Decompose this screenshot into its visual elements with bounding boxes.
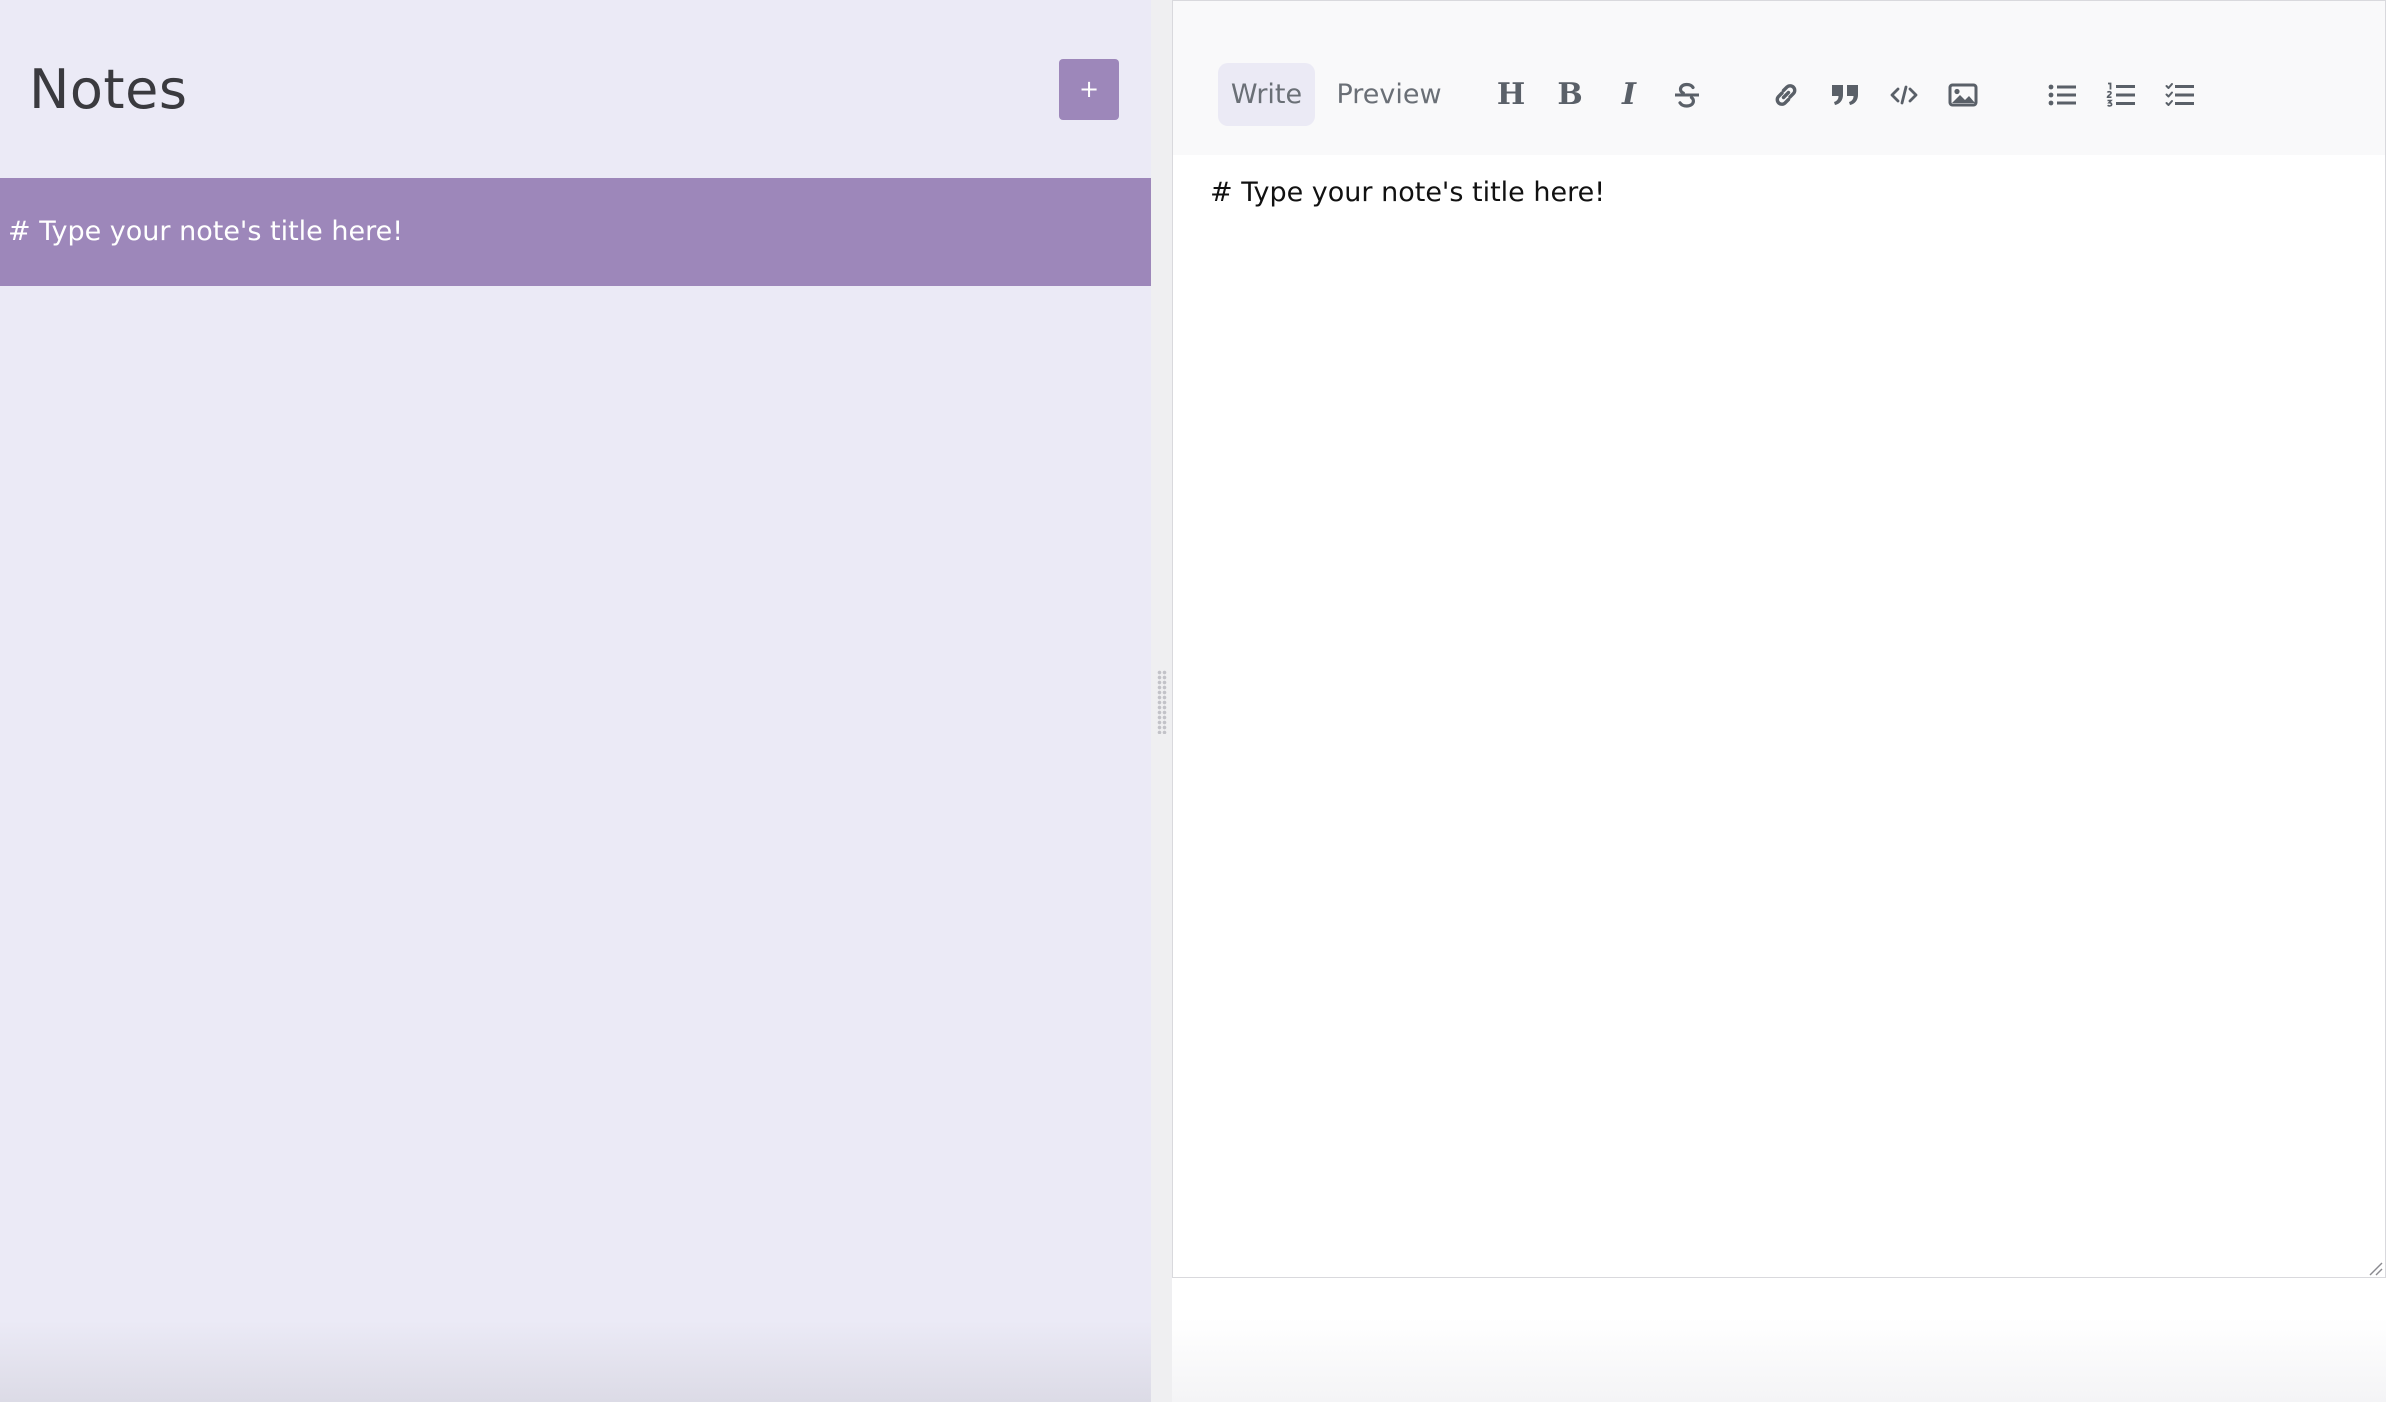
quote-icon[interactable] (1825, 75, 1865, 115)
tab-preview[interactable]: Preview (1325, 63, 1453, 126)
editor-panel: Write Preview H B I # Type your note's t… (1172, 0, 2386, 1402)
code-icon[interactable] (1884, 75, 1924, 115)
note-list: # Type your note's title here! (0, 178, 1151, 286)
resize-handle-icon[interactable] (2369, 1261, 2383, 1276)
editor-footer-area (1172, 1278, 2386, 1402)
note-list-item[interactable]: # Type your note's title here! (0, 178, 1151, 286)
markdown-editor: Write Preview H B I # Type your note's t… (1172, 0, 2386, 1278)
checked-list-icon[interactable] (2160, 75, 2200, 115)
italic-icon[interactable]: I (1609, 75, 1649, 115)
editor-toolbar: Write Preview H B I (1173, 1, 2385, 155)
header-icon[interactable]: H (1491, 75, 1531, 115)
ordered-list-icon[interactable] (2101, 75, 2141, 115)
unordered-list-icon[interactable] (2042, 75, 2082, 115)
sidebar: Notes + # Type your note's title here! (0, 0, 1172, 1402)
image-icon[interactable] (1943, 75, 1983, 115)
drag-handle-icon[interactable] (1157, 670, 1167, 734)
notes-app: Notes + # Type your note's title here! W… (0, 0, 2386, 1402)
add-note-button[interactable]: + (1059, 59, 1119, 120)
bold-icon[interactable]: B (1550, 75, 1590, 115)
split-gutter[interactable] (1151, 0, 1172, 1402)
page-title: Notes (29, 58, 188, 121)
markdown-textarea[interactable]: # Type your note's title here! (1173, 155, 2385, 1277)
tab-write[interactable]: Write (1218, 63, 1315, 126)
link-icon[interactable] (1766, 75, 1806, 115)
strikethrough-icon[interactable] (1667, 75, 1707, 115)
sidebar-header: Notes + (0, 0, 1150, 178)
